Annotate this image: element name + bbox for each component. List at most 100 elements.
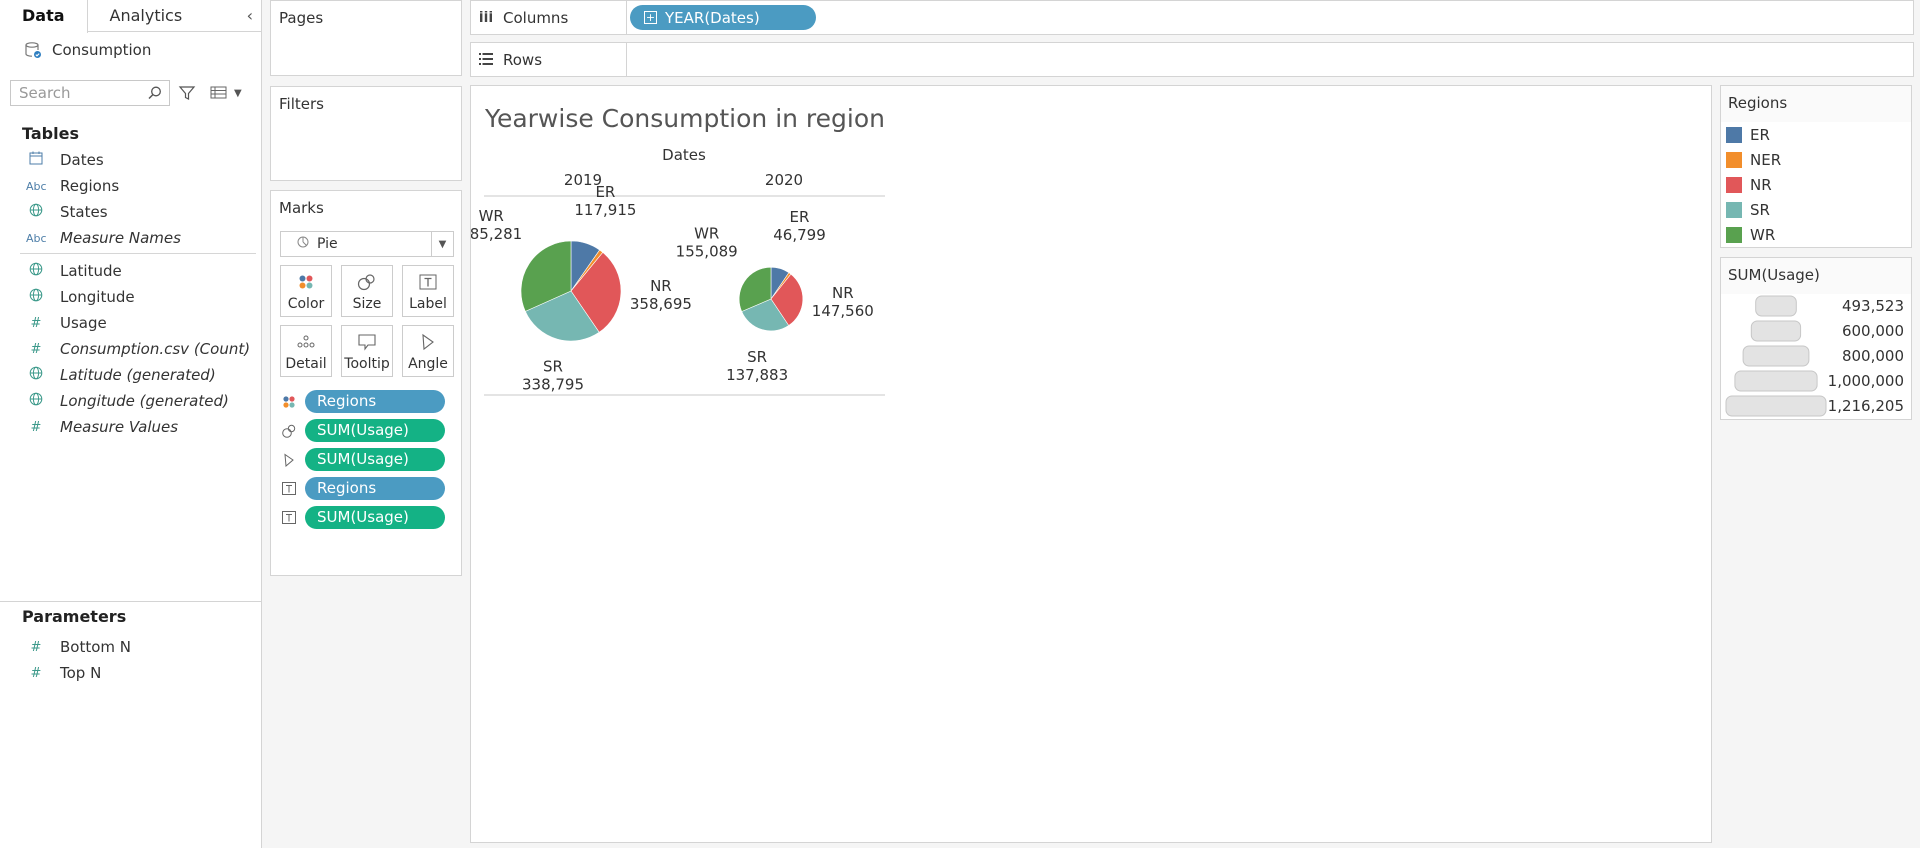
size-legend-label: 1,000,000: [1828, 372, 1904, 390]
globe-icon: [26, 392, 46, 410]
search-input[interactable]: [19, 84, 144, 102]
parameter-name: Top N: [60, 664, 102, 682]
size-legend-label: 800,000: [1842, 347, 1904, 365]
slice-label-region: ER: [790, 208, 810, 226]
view-options-icon[interactable]: ▼: [210, 86, 242, 100]
year-dates-pill-label: YEAR(Dates): [665, 8, 760, 27]
columns-icon: [479, 8, 493, 27]
datasource-item[interactable]: Consumption: [0, 32, 261, 68]
tab-analytics[interactable]: Analytics: [88, 0, 205, 32]
detail-button[interactable]: Detail: [280, 325, 332, 377]
legend-swatch: [1726, 201, 1742, 218]
abc-icon: Abc: [26, 179, 47, 193]
pages-card[interactable]: Pages: [270, 0, 462, 76]
size-legend-marks: 493,523 600,000 800,000 1,000,000 1,216,205: [1725, 295, 1904, 417]
label-button-label: Label: [409, 296, 447, 312]
pies: ER117,915NR358,695SR338,795WR385,281ER46…: [471, 183, 874, 394]
columns-shelf[interactable]: Columns + YEAR(Dates): [470, 0, 1914, 35]
size-legend-mark: [1742, 345, 1810, 367]
slice-label-value: 385,281: [471, 225, 522, 243]
mark-type-dropdown[interactable]: Pie ▼: [280, 231, 454, 257]
mark-type-value: Pie: [317, 236, 338, 252]
expand-plus-icon[interactable]: +: [644, 11, 657, 24]
slice-label-value: 117,915: [574, 201, 636, 219]
legend-label: NR: [1750, 175, 1772, 194]
field-item[interactable]: Longitude (generated): [0, 388, 261, 414]
color-dots-icon: [298, 271, 314, 293]
collapse-pane-icon[interactable]: ‹: [247, 6, 253, 25]
field-name: Dates: [60, 151, 104, 169]
slice-label-value: 46,799: [773, 226, 826, 244]
parameter-item[interactable]: # Bottom N: [0, 634, 262, 660]
color-legend-items: ER NER NR SR WR: [1721, 122, 1911, 247]
size-legend-label: 493,523: [1842, 297, 1904, 315]
legend-item[interactable]: WR: [1721, 222, 1911, 247]
mark-pill-row: SUM(Usage): [271, 445, 461, 474]
field-item[interactable]: # Usage: [0, 310, 261, 336]
angle-button[interactable]: Angle: [402, 325, 454, 377]
legend-label: SR: [1750, 200, 1770, 219]
hash-icon: #: [30, 665, 42, 681]
legend-label: ER: [1750, 125, 1770, 144]
legend-item[interactable]: NER: [1721, 147, 1911, 172]
field-item[interactable]: # Consumption.csv (Count): [0, 336, 261, 362]
field-name: Measure Names: [60, 229, 181, 247]
filters-card[interactable]: Filters: [270, 86, 462, 181]
slice-label-region: ER: [595, 183, 615, 201]
tab-data[interactable]: Data: [0, 0, 88, 33]
field-name: Longitude: [60, 288, 135, 306]
search-icon[interactable]: [147, 85, 163, 101]
size-button[interactable]: Size: [341, 265, 393, 317]
legend-item[interactable]: NR: [1721, 172, 1911, 197]
field-item[interactable]: Latitude: [0, 258, 261, 284]
mark-pill[interactable]: SUM(Usage): [305, 448, 445, 471]
mark-pill-row: SUM(Usage): [271, 416, 461, 445]
field-name: Latitude: [60, 262, 122, 280]
slice-label-region: SR: [543, 358, 563, 376]
field-name: Longitude (generated): [60, 392, 229, 410]
parameter-item[interactable]: # Top N: [0, 660, 262, 686]
list-view-icon: [210, 86, 227, 99]
field-item[interactable]: Abc Regions: [0, 173, 261, 199]
legend-swatch: [1726, 176, 1742, 193]
label-button[interactable]: Label: [402, 265, 454, 317]
mark-pills: Regions SUM(Usage) SUM(Usage) Regions SUM(Us…: [271, 387, 461, 532]
field-item[interactable]: States: [0, 199, 261, 225]
slice-label-value: 137,883: [726, 366, 788, 384]
year-header: 2020: [765, 171, 803, 189]
size-legend-mark: [1750, 320, 1802, 342]
legend-swatch: [1726, 226, 1742, 243]
field-item[interactable]: Longitude: [0, 284, 261, 310]
datasource-icon: [25, 42, 41, 58]
field-item[interactable]: Abc Measure Names: [0, 225, 261, 251]
data-pane: Data Analytics ‹ Consumption Search ▼ Ta…: [0, 0, 262, 848]
tables-title: Tables: [22, 124, 79, 143]
mark-pill[interactable]: SUM(Usage): [305, 506, 445, 529]
pie-chart: Dates 2019 2020 ER117,915NR358,695SR338,7…: [471, 146, 885, 396]
field-name: Measure Values: [60, 418, 179, 436]
mark-pill-row: Regions: [271, 474, 461, 503]
filter-icon[interactable]: [178, 84, 196, 102]
color-legend: Regions ER NER NR SR WR: [1720, 85, 1912, 248]
view-dropdown-icon: ▼: [234, 87, 242, 99]
year-dates-pill[interactable]: + YEAR(Dates): [630, 5, 816, 30]
column-header-dates: Dates: [662, 146, 706, 164]
hash-icon: #: [30, 341, 42, 357]
legend-item[interactable]: ER: [1721, 122, 1911, 147]
field-item[interactable]: Dates: [0, 147, 261, 173]
mark-buttons: Color Size Label Detail Tooltip Angle: [280, 265, 461, 377]
field-item[interactable]: # Measure Values: [0, 414, 261, 440]
mark-pill-row: SUM(Usage): [271, 503, 461, 532]
tooltip-button[interactable]: Tooltip: [341, 325, 393, 377]
mark-pill[interactable]: Regions: [305, 477, 445, 500]
rows-icon: [479, 51, 493, 69]
mark-pill-row: Regions: [271, 387, 461, 416]
label-icon: [419, 271, 437, 293]
mark-pill[interactable]: Regions: [305, 390, 445, 413]
color-button[interactable]: Color: [280, 265, 332, 317]
rows-shelf[interactable]: Rows: [470, 42, 1914, 77]
mark-pill[interactable]: SUM(Usage): [305, 419, 445, 442]
legend-item[interactable]: SR: [1721, 197, 1911, 222]
field-item[interactable]: Latitude (generated): [0, 362, 261, 388]
slice-label-region: SR: [747, 348, 767, 366]
